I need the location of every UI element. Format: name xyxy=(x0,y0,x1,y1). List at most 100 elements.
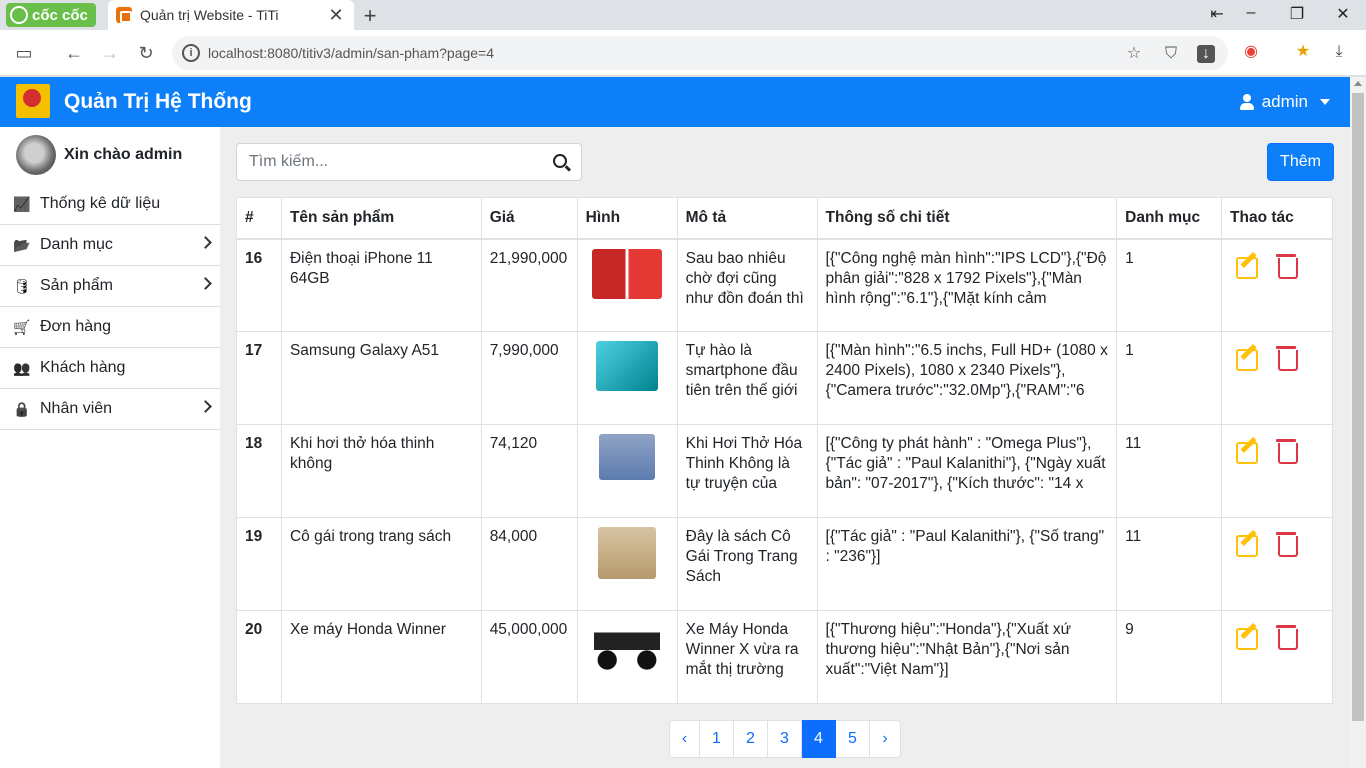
cell-desc-text: Đây là sách Cô Gái Trong Trang Sách xyxy=(685,528,798,585)
table-row[interactable]: 17 Samsung Galaxy A51 7,990,000 Tự hào là s… xyxy=(236,331,1333,425)
cell-id: 16 xyxy=(236,238,282,332)
edit-icon[interactable] xyxy=(1236,438,1262,464)
page-button[interactable]: 2 xyxy=(734,720,768,758)
site-title[interactable]: Quản Trị Hệ Thống xyxy=(64,90,252,114)
coccoc-extension-icon[interactable]: ◉ xyxy=(1240,41,1262,63)
sidebar-toggle-icon[interactable]: ▭ xyxy=(12,41,36,65)
edit-icon[interactable] xyxy=(1236,531,1262,557)
trash-icon[interactable] xyxy=(1276,438,1299,464)
download-box-icon[interactable]: ↓ xyxy=(1197,45,1215,63)
cell-image xyxy=(576,610,678,704)
sidebar-item-3[interactable]: 🛒 Đơn hàng xyxy=(0,307,220,348)
table-row[interactable]: 20 Xe máy Honda Winner 45,000,000 Xe Máy Ho… xyxy=(236,610,1333,704)
sidebar-item-0[interactable]: 📈 Thống kê dữ liệu xyxy=(0,184,220,225)
site-info-icon[interactable]: i xyxy=(182,44,200,62)
cell-actions xyxy=(1221,610,1333,704)
cell-image xyxy=(576,517,678,611)
page-next-button[interactable]: › xyxy=(870,720,901,758)
edit-icon[interactable] xyxy=(1236,253,1262,279)
trash-icon[interactable] xyxy=(1276,624,1299,650)
page-prev-button[interactable]: ‹ xyxy=(669,720,700,758)
cell-image xyxy=(576,331,678,425)
scrollbar-thumb[interactable] xyxy=(1352,93,1364,721)
cell-spec-text: [{"Thương hiệu":"Honda"},{"Xuất xứ thươn… xyxy=(825,621,1071,678)
cell-category: 1 xyxy=(1116,331,1223,425)
product-thumbnail xyxy=(599,434,656,480)
cell-name: Samsung Galaxy A51 xyxy=(280,331,482,425)
page-button[interactable]: 3 xyxy=(768,720,802,758)
bookmark-star-icon[interactable]: ☆ xyxy=(1125,45,1143,63)
column-header: Tên sản phẩm xyxy=(280,197,482,240)
cart-icon: 🛒 xyxy=(13,318,31,335)
maximize-icon[interactable]: ❐ xyxy=(1282,4,1312,24)
site-logo[interactable] xyxy=(16,84,50,118)
cell-desc: Đây là sách Cô Gái Trong Trang Sách xyxy=(676,517,818,611)
edit-icon[interactable] xyxy=(1236,624,1262,650)
trash-icon[interactable] xyxy=(1276,253,1299,279)
minimize-icon[interactable]: – xyxy=(1236,4,1266,22)
column-header: # xyxy=(236,197,282,240)
cell-id: 20 xyxy=(236,610,282,704)
browser-tab[interactable]: Quản trị Website - TiTi ✕ xyxy=(108,0,354,30)
cell-category: 1 xyxy=(1116,238,1223,332)
top-navbar: Quản Trị Hệ Thống admin xyxy=(0,77,1350,127)
add-button[interactable]: Thêm xyxy=(1267,143,1334,181)
chevron-right-icon xyxy=(199,400,212,413)
sidebar-item-5[interactable]: 🔒 Nhân viên xyxy=(0,389,220,430)
browser-tabbar: cốc cốc Quản trị Website - TiTi ✕ + ⇤ – … xyxy=(0,0,1366,30)
column-header: Giá xyxy=(480,197,578,240)
page-button[interactable]: 4 xyxy=(802,720,836,758)
cell-category: 11 xyxy=(1116,517,1223,611)
cell-desc-text: Khi Hơi Thở Hóa Thinh Không là tự truyện… xyxy=(685,435,803,492)
greeting-text: Xin chào admin xyxy=(64,146,183,163)
scroll-up-icon[interactable] xyxy=(1354,81,1362,86)
window-close-icon[interactable]: ✕ xyxy=(1328,4,1358,24)
address-bar[interactable]: i localhost:8080/titiv3/admin/san-pham?p… xyxy=(172,36,1228,70)
page-scrollbar[interactable] xyxy=(1350,77,1366,768)
extension-icon[interactable]: ★ xyxy=(1292,41,1314,63)
avatar xyxy=(16,135,56,175)
pin-icon[interactable]: ⇤ xyxy=(1202,4,1232,24)
search-icon[interactable] xyxy=(553,154,567,168)
back-icon[interactable]: ← xyxy=(62,41,86,65)
cell-price: 45,000,000 xyxy=(480,610,578,704)
cell-spec-text: [{"Công ty phát hành" : "Omega Plus"}, {… xyxy=(825,435,1106,492)
users-icon: 👥 xyxy=(13,359,31,376)
cell-desc-text: Sau bao nhiêu chờ đợi cũng như đồn đoán … xyxy=(685,249,804,307)
cell-spec: [{"Màn hình":"6.5 inchs, Full HD+ (1080 … xyxy=(816,331,1118,425)
table-row[interactable]: 16 Điện thoại iPhone 11 64GB 21,990,000 Sau… xyxy=(236,238,1333,332)
new-tab-icon[interactable]: + xyxy=(358,3,382,29)
reload-icon[interactable]: ↻ xyxy=(134,41,158,65)
forward-icon[interactable]: → xyxy=(98,41,122,65)
chevron-right-icon xyxy=(199,277,212,290)
cell-desc: Tự hào là smartphone đầu tiên trên thế g… xyxy=(676,331,818,425)
sidebar-item-1[interactable]: 📂 Danh mục xyxy=(0,225,220,266)
user-menu[interactable]: admin xyxy=(1239,92,1330,112)
page-button[interactable]: 1 xyxy=(700,720,734,758)
tab-close-icon[interactable]: ✕ xyxy=(326,5,346,26)
trash-icon[interactable] xyxy=(1276,345,1299,371)
admin-app: Quản Trị Hệ Thống admin Xin chào admin 📈… xyxy=(0,77,1350,768)
cell-spec: [{"Thương hiệu":"Honda"},{"Xuất xứ thươn… xyxy=(816,610,1118,704)
user-lock-icon: 🔒 xyxy=(13,400,31,417)
url-text: localhost:8080/titiv3/admin/san-pham?pag… xyxy=(208,45,495,61)
sidebar-menu: 📈 Thống kê dữ liệu 📂 Danh mục 🛢 Sản phẩm 🛒 Đơn … xyxy=(0,184,220,430)
page-button[interactable]: 5 xyxy=(836,720,870,758)
browser-brand[interactable]: cốc cốc xyxy=(6,3,96,27)
edit-icon[interactable] xyxy=(1236,345,1262,371)
cell-category: 11 xyxy=(1116,424,1223,518)
table-row[interactable]: 18 Khi hơi thở hóa thinh không 74,120 Khi H… xyxy=(236,424,1333,518)
site-favicon-icon xyxy=(116,7,132,23)
user-icon xyxy=(1239,94,1254,110)
trash-icon[interactable] xyxy=(1276,531,1299,557)
sidebar-item-label: Nhân viên xyxy=(40,400,113,417)
downloads-icon[interactable]: ⤓ xyxy=(1328,41,1350,63)
cell-spec-text: [{"Công nghệ màn hình":"IPS LCD"},{"Độ p… xyxy=(825,249,1107,307)
sidebar-item-2[interactable]: 🛢 Sản phẩm xyxy=(0,266,220,307)
sidebar-item-4[interactable]: 👥 Khách hàng xyxy=(0,348,220,389)
shield-icon[interactable]: ⛉ xyxy=(1162,45,1180,63)
table-row[interactable]: 19 Cô gái trong trang sách 84,000 Đây là sá… xyxy=(236,517,1333,611)
cell-desc: Khi Hơi Thở Hóa Thinh Không là tự truyện… xyxy=(676,424,818,518)
greeting: Xin chào admin xyxy=(0,127,220,183)
search-input[interactable] xyxy=(249,153,539,171)
